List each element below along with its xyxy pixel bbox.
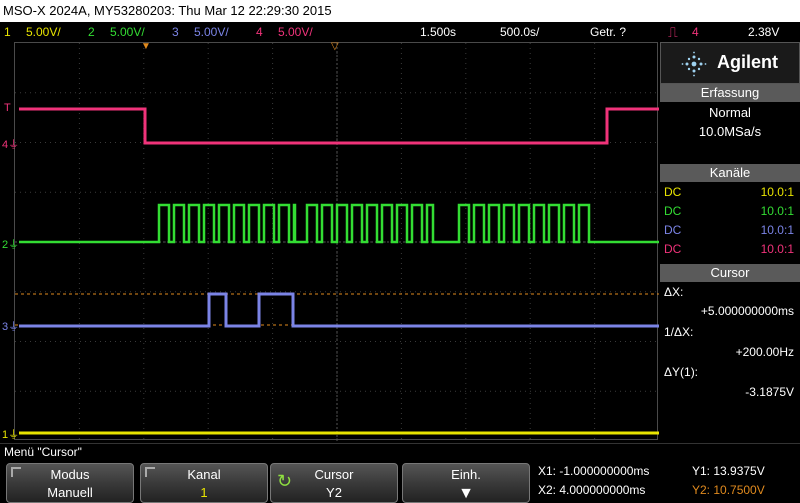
softkey-mode[interactable]: Modus Manuell (6, 463, 134, 503)
ch3-number[interactable]: 3 (172, 22, 179, 42)
brand-name: Agilent (717, 52, 778, 72)
trigger-position-marker[interactable]: ▼ (141, 41, 151, 52)
agilent-spark-icon (681, 51, 707, 77)
window-title: MSO-X 2024A, MY53280203: Thu Mar 12 22:2… (0, 0, 800, 22)
ch3-trace (19, 292, 659, 328)
y1-readout: Y1: 13.9375V (692, 464, 765, 478)
channel-row-1: DC 10.0:1 (664, 185, 794, 199)
ch2-scale[interactable]: 5.00V/ (110, 22, 145, 42)
softkey-units[interactable]: Einh. ▼ (402, 463, 530, 503)
channel-row-2: DC 10.0:1 (664, 204, 794, 218)
channel-scale-bar: 1 5.00V/ 2 5.00V/ 3 5.00V/ 4 5.00V/ 1.50… (0, 22, 660, 42)
ch3-scale[interactable]: 5.00V/ (194, 22, 229, 42)
ch2-ground-marker[interactable]: 2⏚ (2, 236, 19, 252)
channel-row-3: DC 10.0:1 (664, 223, 794, 237)
delta-y-label: ΔY(1): (664, 365, 699, 379)
acquisition-mode: Normal (709, 105, 751, 120)
ch4-ground-marker[interactable]: 4⏚ (2, 136, 19, 152)
y2-readout: Y2: 10.7500V (692, 483, 765, 497)
softkey-cursor[interactable]: ↻ Cursor Y2 (270, 463, 398, 503)
waveform-display[interactable] (14, 42, 659, 441)
ch4-trace (19, 107, 659, 145)
ch3-ground-marker[interactable]: 3⏚ (2, 318, 19, 334)
ch1-scale[interactable]: 5.00V/ (26, 22, 61, 42)
x-cursor-readout: X1: -1.000000000ms X2: 4.000000000ms (534, 463, 688, 503)
traces (15, 107, 659, 435)
time-reference-marker[interactable]: ▽ (331, 41, 339, 52)
delta-x-value: +5.000000000ms (700, 304, 794, 318)
time-delay[interactable]: 1.500s (420, 22, 456, 42)
ch1-number[interactable]: 1 (4, 22, 11, 42)
ch2-trace (19, 203, 659, 244)
menu-title: Menü "Cursor" (0, 443, 800, 460)
x2-readout: X2: 4.000000000ms (538, 483, 646, 497)
x1-readout: X1: -1.000000000ms (538, 464, 650, 478)
ch4-scale[interactable]: 5.00V/ (278, 22, 313, 42)
inverse-delta-x-label: 1/ΔX: (664, 325, 694, 339)
ch2-number[interactable]: 2 (88, 22, 95, 42)
trigger-level[interactable]: 2.38V (748, 22, 779, 42)
delta-x-label: ΔX: (664, 285, 684, 299)
delta-y-value: -3.1875V (745, 385, 794, 399)
trigger-mode[interactable]: Getr. ? (590, 22, 626, 42)
channel-row-4: DC 10.0:1 (664, 242, 794, 256)
ch4-number[interactable]: 4 (256, 22, 263, 42)
side-panel: Agilent Erfassung Normal 10.0MSa/s Kanäl… (660, 42, 800, 442)
trigger-status: ⎍ 4 2.38V (660, 22, 800, 42)
softkey-channel[interactable]: Kanal 1 (140, 463, 268, 503)
arrow-down-icon: ▼ (458, 485, 474, 502)
trigger-edge-icon: ⎍ (668, 24, 678, 40)
y-cursor-readout: Y1: 13.9375V Y2: 10.7500V (688, 463, 800, 503)
cursor-header: Cursor (660, 264, 800, 282)
ch4-trigger-marker: T (4, 102, 11, 114)
acquisition-rate: 10.0MSa/s (698, 124, 762, 139)
brand-logo: Agilent (660, 42, 800, 84)
ch1-ground-marker[interactable]: 1⏚ (2, 426, 19, 442)
inverse-delta-x-value: +200.00Hz (735, 345, 794, 359)
acquisition-header: Erfassung (660, 84, 800, 102)
trigger-source[interactable]: 4 (692, 22, 699, 42)
time-scale[interactable]: 500.0s/ (500, 22, 539, 42)
channels-header: Kanäle (660, 164, 800, 182)
